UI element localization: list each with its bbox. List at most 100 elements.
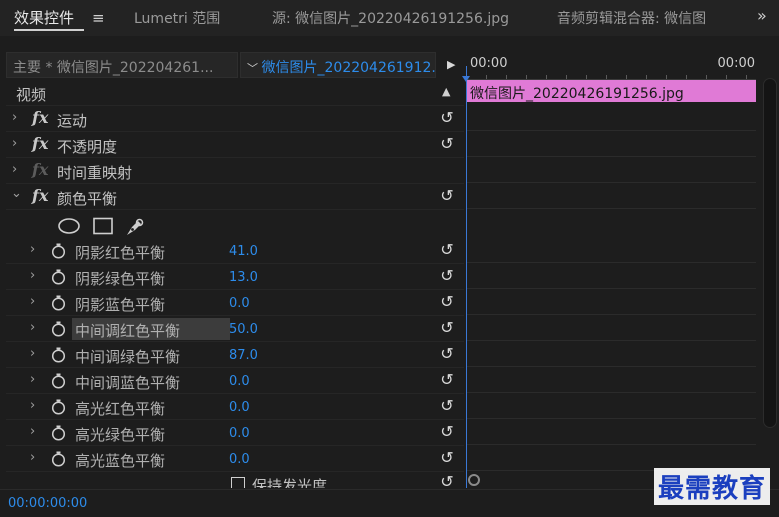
effect-name: 颜色平衡 [57,190,118,208]
chevron-down-icon: ﹀ [247,62,262,75]
chevron-right-icon[interactable]: › [30,424,35,439]
fx-icon[interactable]: fx [32,108,48,127]
reset-parameter-icon[interactable]: ↺ [436,186,458,208]
ruler-tick [526,75,527,79]
param-value[interactable]: 0.0 [229,296,250,311]
playhead-handle[interactable] [462,76,470,82]
reset-parameter-icon[interactable]: ↺ [436,108,458,130]
ruler-tick [566,75,567,79]
stopwatch-icon[interactable] [51,321,66,337]
rectangle-mask-icon[interactable] [92,217,114,235]
reset-parameter-icon[interactable]: ↺ [436,396,458,418]
stopwatch-icon[interactable] [51,373,66,389]
reset-parameter-icon[interactable]: ↺ [436,448,458,470]
panel-menu-icon[interactable]: ≡ [92,9,105,27]
sequence-clip-dropdown[interactable]: ﹀ 微信图片_202204261912... [240,52,436,78]
chevron-right-icon[interactable]: › [30,242,35,257]
param-value[interactable]: 50.0 [229,322,258,337]
param-value[interactable]: 87.0 [229,348,258,363]
timeline-clip[interactable]: 微信图片_20220426191256.jpg [466,80,756,102]
row-divider [466,314,756,315]
stopwatch-icon[interactable] [51,399,66,415]
param-row-midtone-green[interactable]: › 中间调绿色平衡 87.0 ↺ [6,342,464,368]
tab-audio-clip-mixer[interactable]: 音频剪辑混合器: 微信图 [557,8,753,28]
effect-row-time-remap[interactable]: › fx 时间重映射 [6,158,464,184]
ruler-tick [586,75,587,79]
master-clip-selector[interactable]: 主要 * 微信图片_202204261... [6,52,238,78]
reset-parameter-icon[interactable]: ↺ [436,370,458,392]
ruler-tick [546,75,547,79]
stopwatch-icon[interactable] [51,425,66,441]
collapse-up-icon[interactable]: ▲ [442,85,450,98]
active-tab-underline [14,29,84,31]
row-divider [466,208,756,209]
reset-parameter-icon[interactable]: ↺ [436,134,458,156]
reset-parameter-icon[interactable]: ↺ [436,422,458,444]
zoom-scroll-handle[interactable] [468,474,480,486]
video-section-header[interactable]: 视频 ▲ [6,80,464,106]
chevron-right-icon[interactable]: › [30,372,35,387]
param-row-shadow-blue[interactable]: › 阴影蓝色平衡 0.0 ↺ [6,290,464,316]
param-row-highlight-blue[interactable]: › 高光蓝色平衡 0.0 ↺ [6,446,464,472]
param-value[interactable]: 0.0 [229,400,250,415]
chevron-right-icon[interactable]: › [30,294,35,309]
param-row-midtone-red[interactable]: › 中间调红色平衡 50.0 ↺ [6,316,464,342]
param-value[interactable]: 0.0 [229,374,250,389]
ellipse-mask-icon[interactable] [57,217,81,235]
param-row-highlight-red[interactable]: › 高光红色平衡 0.0 ↺ [6,394,464,420]
chevron-right-icon[interactable]: › [30,268,35,283]
more-tabs-icon[interactable]: » [757,6,767,25]
ruler-tick [626,75,627,79]
chevron-right-icon[interactable]: › [30,346,35,361]
stopwatch-icon[interactable] [51,347,66,363]
effect-row-motion[interactable]: › fx 运动 ↺ [6,106,464,132]
stopwatch-icon[interactable] [51,243,66,259]
stopwatch-icon[interactable] [51,295,66,311]
effect-row-color-balance[interactable]: ⌄ fx 颜色平衡 ↺ [6,184,464,210]
tab-lumetri-scopes[interactable]: Lumetri 范围 [134,8,220,28]
fx-icon[interactable]: fx [32,134,48,153]
param-value[interactable]: 13.0 [229,270,258,285]
chevron-down-icon[interactable]: ⌄ [11,186,22,201]
stopwatch-icon[interactable] [51,451,66,467]
tab-source-monitor[interactable]: 源: 微信图片_20220426191256.jpg [272,8,509,28]
checkbox[interactable] [231,477,245,488]
reset-parameter-icon[interactable]: ↺ [436,266,458,288]
param-name: 中间调绿色平衡 [75,348,181,366]
param-row-shadow-red[interactable]: › 阴影红色平衡 41.0 ↺ [6,238,464,264]
play-clip-audio-button[interactable]: ▶ [440,52,464,78]
chevron-right-icon[interactable]: › [30,450,35,465]
vertical-scrollbar[interactable] [763,78,777,428]
stopwatch-icon[interactable] [51,269,66,285]
chevron-right-icon[interactable]: › [12,162,17,177]
effect-name: 时间重映射 [57,164,133,182]
param-value[interactable]: 41.0 [229,244,258,259]
current-timecode[interactable]: 00:00:00:00 [8,496,87,511]
fx-icon[interactable]: fx [32,186,48,205]
param-row-midtone-blue[interactable]: › 中间调蓝色平衡 0.0 ↺ [6,368,464,394]
chevron-right-icon[interactable]: › [30,398,35,413]
timeline-end-time: 00:00 [717,56,755,71]
effect-row-opacity[interactable]: › fx 不透明度 ↺ [6,132,464,158]
tab-effect-controls[interactable]: 效果控件 [14,7,74,28]
reset-parameter-icon[interactable]: ↺ [436,240,458,262]
param-row-shadow-green[interactable]: › 阴影绿色平衡 13.0 ↺ [6,264,464,290]
reset-parameter-icon[interactable]: ↺ [436,318,458,340]
param-value[interactable]: 0.0 [229,426,250,441]
pen-mask-icon[interactable] [124,215,146,237]
reset-parameter-icon[interactable]: ↺ [436,292,458,314]
playhead[interactable] [462,66,470,488]
effect-timeline[interactable]: 00:00 00:00 微信图片_20220426191256.jpg [462,52,779,488]
param-row-highlight-green[interactable]: › 高光绿色平衡 0.0 ↺ [6,420,464,446]
chevron-right-icon[interactable]: › [30,320,35,335]
chevron-right-icon[interactable]: › [12,136,17,151]
ruler-tick [606,75,607,79]
param-value[interactable]: 0.0 [229,452,250,467]
reset-parameter-icon[interactable]: ↺ [436,472,458,488]
reset-parameter-icon[interactable]: ↺ [436,344,458,366]
time-ruler[interactable] [466,72,756,80]
video-section-label: 视频 [16,86,47,104]
param-row-preserve-luminosity[interactable]: 保持发光度 ↺ [6,472,464,488]
zoom-scrollbar[interactable] [468,474,648,486]
chevron-right-icon[interactable]: › [12,110,17,125]
